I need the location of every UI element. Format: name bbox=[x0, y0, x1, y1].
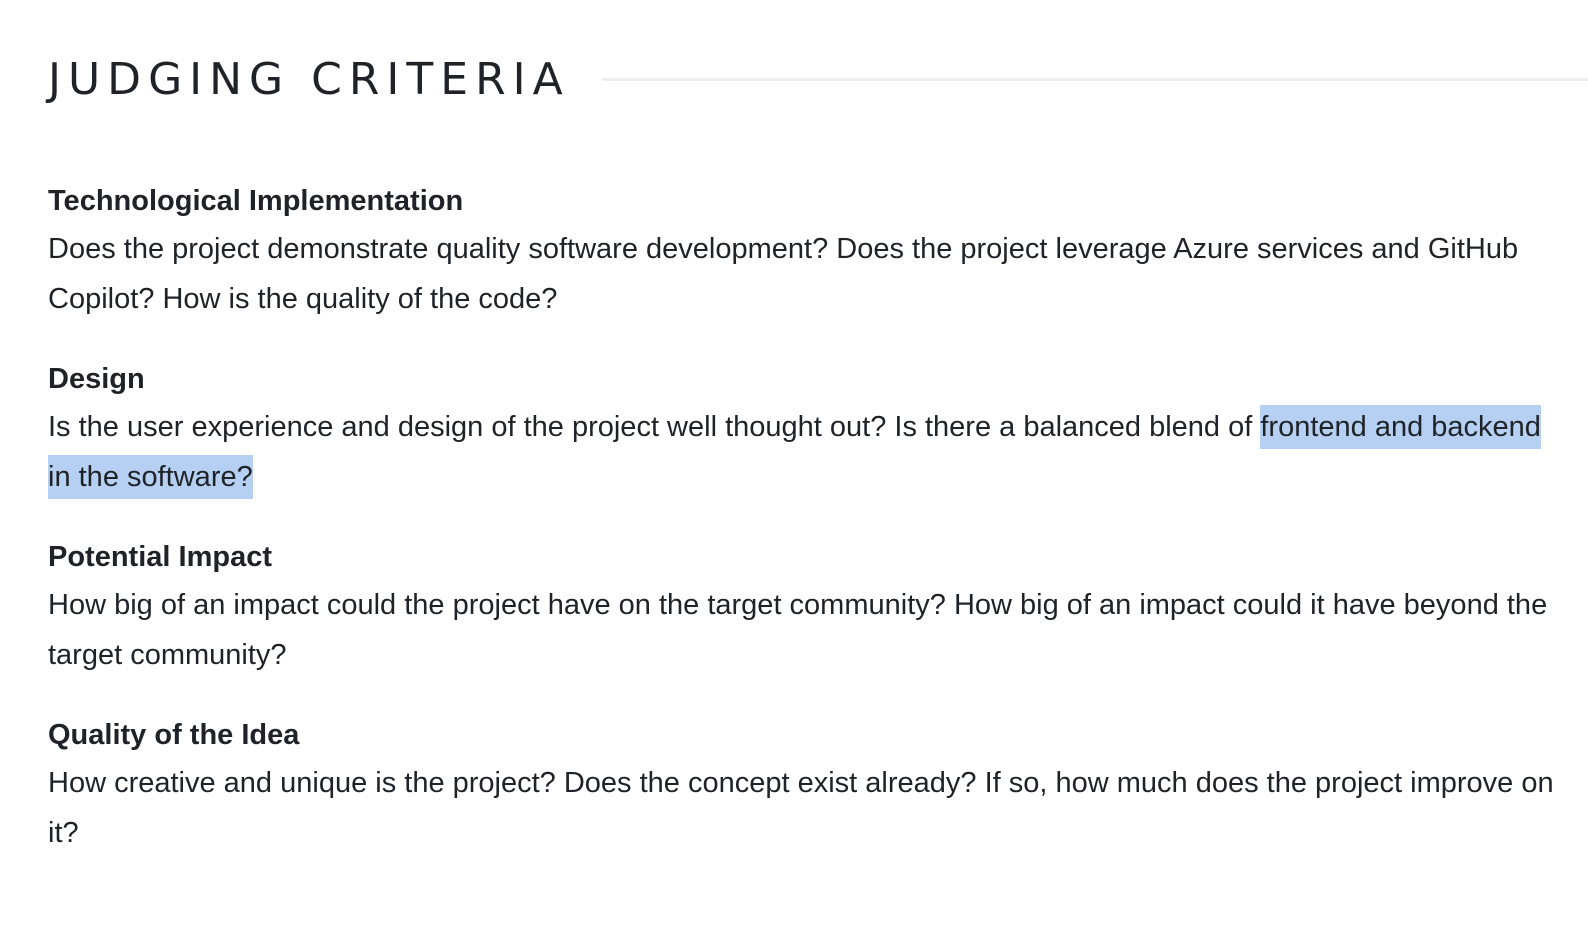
criterion-technological-implementation: Technological Implementation Does the pr… bbox=[48, 178, 1558, 324]
criterion-description[interactable]: Is the user experience and design of the… bbox=[48, 402, 1558, 502]
criterion-quality-of-idea: Quality of the Idea How creative and uni… bbox=[48, 712, 1558, 858]
description-text[interactable]: Is the user experience and design of the… bbox=[48, 411, 1252, 443]
section-header: JUDGING CRITERIA bbox=[48, 50, 1588, 110]
criterion-title: Potential Impact bbox=[48, 541, 272, 573]
criterion-title: Design bbox=[48, 363, 145, 395]
criterion-title: Quality of the Idea bbox=[48, 719, 300, 751]
criterion-design: Design Is the user experience and design… bbox=[48, 356, 1558, 502]
criterion-description[interactable]: Does the project demonstrate quality sof… bbox=[48, 224, 1558, 324]
criterion-description[interactable]: How creative and unique is the project? … bbox=[48, 758, 1558, 858]
criterion-title: Technological Implementation bbox=[48, 185, 464, 217]
section-title: JUDGING CRITERIA bbox=[48, 54, 570, 105]
criterion-potential-impact: Potential Impact How big of an impact co… bbox=[48, 534, 1558, 680]
criterion-description[interactable]: How big of an impact could the project h… bbox=[48, 580, 1558, 680]
criteria-list: Technological Implementation Does the pr… bbox=[48, 178, 1558, 890]
section-divider bbox=[601, 77, 1588, 81]
